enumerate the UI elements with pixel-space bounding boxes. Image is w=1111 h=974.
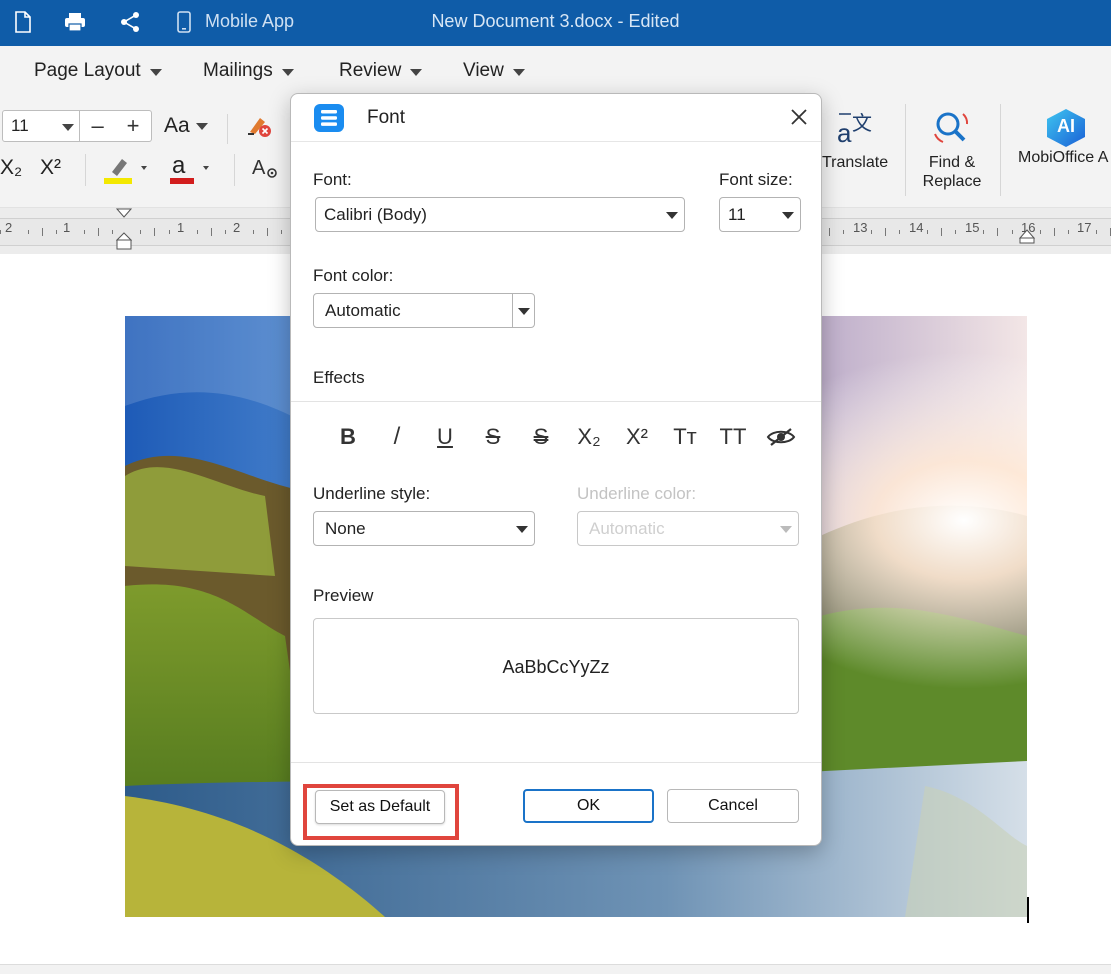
mobioffice-ai-button[interactable]: AI MobiOffice A — [1018, 108, 1111, 167]
chevron-down-icon — [195, 122, 208, 130]
highlight-color-button[interactable] — [104, 154, 160, 191]
menu-view[interactable]: View — [463, 60, 525, 82]
font-size-label: Font size: — [719, 170, 793, 189]
subscript-effect-button[interactable]: X₂ — [569, 420, 609, 454]
svg-text:文: 文 — [852, 111, 872, 135]
ok-button[interactable]: OK — [523, 789, 654, 823]
chevron-down-icon — [281, 68, 294, 76]
chevron-down-icon — [516, 526, 528, 533]
find-replace-icon — [934, 112, 969, 143]
font-color-select[interactable]: Automatic — [313, 293, 535, 328]
underline-button[interactable]: U — [425, 420, 465, 454]
underline-style-select[interactable]: None — [313, 511, 535, 546]
translate-button[interactable]: a文 Translate — [822, 108, 888, 172]
chevron-down-icon — [512, 68, 525, 76]
font-dialog: Font Font: Calibri (Body) Font size: 11 … — [290, 93, 822, 846]
preview-label: Preview — [313, 586, 374, 605]
eye-slash-icon — [766, 428, 796, 446]
italic-button[interactable]: / — [377, 420, 417, 454]
preview-text: AaBbCcYyZz — [502, 657, 610, 677]
font-color-label: Font color: — [313, 266, 394, 285]
underline-color-select: Automatic — [577, 511, 799, 546]
app-logo-icon — [314, 104, 344, 132]
document-title: New Document 3.docx - Edited — [431, 11, 680, 31]
status-bar — [0, 964, 1111, 974]
clear-formatting-icon[interactable] — [244, 112, 274, 145]
strikethrough-button[interactable]: S — [473, 420, 513, 454]
superscript-button[interactable]: X² — [40, 156, 61, 180]
text-cursor — [1027, 897, 1029, 923]
chevron-down-icon — [782, 212, 794, 219]
svg-text:a: a — [837, 118, 852, 148]
cancel-button[interactable]: Cancel — [667, 789, 799, 823]
font-size-dialog-select[interactable]: 11 — [719, 197, 801, 232]
text-effects-icon[interactable]: A — [251, 154, 279, 187]
translate-icon: a文 — [837, 111, 872, 148]
chevron-down-icon — [518, 308, 530, 315]
underline-style-label: Underline style: — [313, 484, 431, 503]
title-bar: Mobile App New Document 3.docx - Edited — [0, 0, 1111, 46]
svg-text:A: A — [252, 157, 266, 179]
chevron-down-icon — [780, 526, 792, 533]
preview-box: AaBbCcYyZz — [313, 618, 799, 714]
highlight-annotation — [303, 784, 459, 840]
decrease-size-button[interactable]: – — [91, 113, 103, 139]
menu-bar: Page Layout Mailings Review View — [0, 46, 1111, 96]
dialog-header: Font — [291, 94, 821, 142]
find-replace-button[interactable]: Find & Replace — [918, 108, 986, 191]
chevron-down-icon — [62, 124, 74, 131]
effects-label: Effects — [313, 368, 365, 387]
font-size-select[interactable]: 11 — [2, 110, 80, 142]
chevron-down-icon — [410, 68, 423, 76]
all-caps-button[interactable]: TT — [713, 420, 753, 454]
small-caps-button[interactable]: Tт — [665, 420, 705, 454]
ai-icon: AI — [1044, 108, 1088, 148]
menu-mailings[interactable]: Mailings — [203, 60, 294, 82]
hidden-text-button[interactable] — [761, 420, 801, 454]
superscript-effect-button[interactable]: X² — [617, 420, 657, 454]
menu-page-layout[interactable]: Page Layout — [34, 60, 162, 82]
font-color-dropdown-button[interactable] — [512, 294, 534, 327]
bold-button[interactable]: B — [328, 420, 368, 454]
font-name-select[interactable]: Calibri (Body) — [315, 197, 685, 232]
chevron-down-icon — [149, 68, 162, 76]
menu-review[interactable]: Review — [339, 60, 423, 82]
double-strikethrough-button[interactable]: S — [521, 420, 561, 454]
dialog-title: Font — [367, 107, 406, 128]
subscript-button[interactable]: X₂ — [0, 156, 22, 180]
increase-size-button[interactable]: + — [127, 113, 140, 139]
font-label: Font: — [313, 170, 352, 189]
close-icon[interactable] — [789, 107, 809, 127]
right-indent-marker[interactable] — [1019, 228, 1035, 244]
font-size-stepper[interactable]: – + — [80, 110, 152, 142]
chevron-down-icon — [666, 212, 678, 219]
indent-marker[interactable] — [116, 208, 132, 252]
font-color-button[interactable]: a — [170, 152, 220, 191]
underline-color-label: Underline color: — [577, 484, 697, 503]
change-case-button[interactable]: Aa — [164, 114, 208, 138]
